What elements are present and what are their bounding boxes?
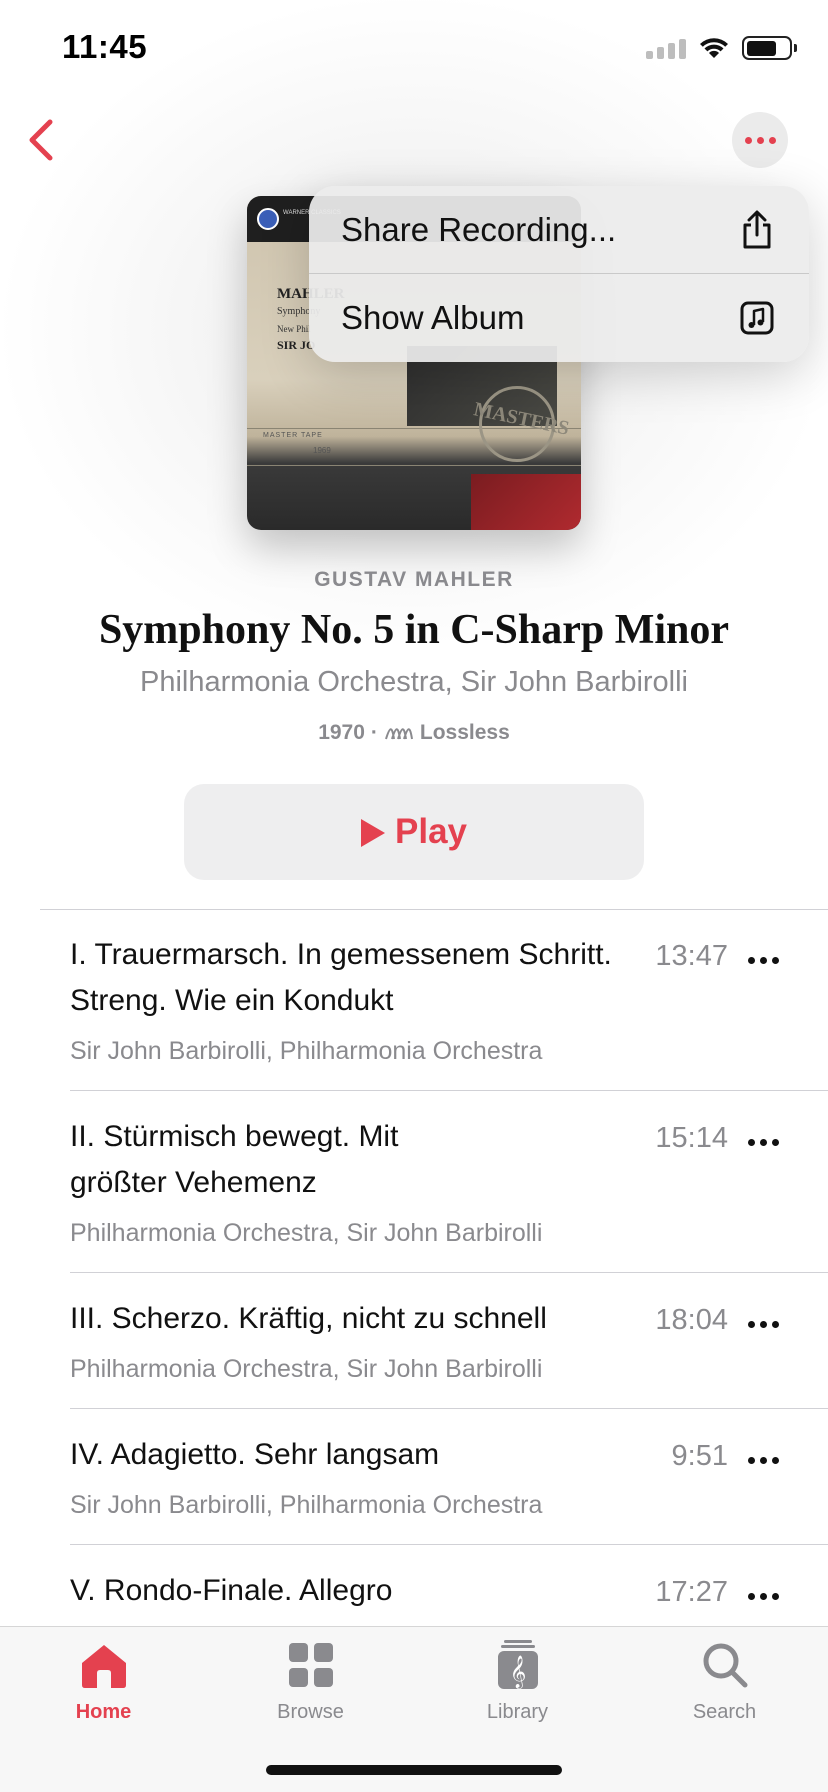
tab-label: Browse — [277, 1701, 344, 1723]
library-icon: 𝄞 — [490, 1637, 546, 1693]
menu-item-label: Show Album — [341, 299, 525, 336]
play-icon — [361, 819, 385, 847]
track-more-button[interactable] — [745, 1309, 781, 1339]
ellipsis-icon-dot — [768, 136, 776, 144]
tab-home[interactable]: Home — [0, 1637, 207, 1724]
divider — [70, 1090, 828, 1091]
composer-name[interactable]: GUSTAV MAHLER — [0, 568, 828, 592]
track-title: III. Scherzo. Kräftig, nicht zu schnell — [70, 1302, 547, 1335]
svg-text:𝄞: 𝄞 — [509, 1655, 526, 1689]
artwork-tape-text: MASTER TAPE — [263, 432, 323, 439]
label-logo-icon — [257, 208, 279, 230]
album-meta: 1970 · Lossless — [0, 721, 828, 745]
artwork-line-2: New Phil — [277, 324, 311, 334]
track-duration: 9:51 — [671, 1440, 728, 1472]
meta-separator: · — [370, 721, 378, 744]
track-title: I. Trauermarsch. In gemessenem Schritt. … — [70, 938, 612, 1017]
show-album-menu-item[interactable]: Show Album — [309, 274, 809, 362]
play-button[interactable]: Play — [184, 784, 644, 880]
context-menu: Share Recording... Show Album — [309, 186, 809, 362]
cellular-signal-icon — [646, 37, 686, 59]
share-recording-menu-item[interactable]: Share Recording... — [309, 186, 809, 274]
back-button[interactable] — [20, 112, 64, 168]
track-title: IV. Adagietto. Sehr langsam — [70, 1438, 440, 1471]
tab-library[interactable]: 𝄞 Library — [414, 1637, 621, 1724]
divider — [70, 1408, 828, 1409]
track-title: II. Stürmisch bewegt. Mit größter Veheme… — [70, 1120, 399, 1199]
ellipsis-icon-dot — [744, 136, 752, 144]
divider — [40, 909, 828, 910]
home-icon — [76, 1637, 132, 1693]
chevron-left-icon — [29, 119, 53, 161]
tab-label: Library — [486, 1701, 549, 1723]
lossless-icon — [384, 728, 413, 740]
album-title: Symphony No. 5 in C-Sharp Minor — [98, 607, 730, 653]
more-options-button[interactable] — [732, 112, 788, 168]
track-duration: 13:47 — [655, 940, 728, 972]
track-more-button[interactable] — [745, 945, 781, 975]
track-more-button[interactable] — [745, 1581, 781, 1611]
ellipsis-icon-dot — [756, 136, 764, 144]
track-more-button[interactable] — [745, 1127, 781, 1157]
album-artists[interactable]: Philharmonia Orchestra, Sir John Barbiro… — [0, 666, 828, 699]
album-icon — [737, 298, 777, 338]
track-duration: 15:14 — [655, 1122, 728, 1154]
track-artist: Sir John Barbirolli, Philharmonia Orches… — [70, 1491, 543, 1519]
tab-label: Search — [692, 1701, 757, 1723]
battery-icon — [742, 36, 797, 60]
track-artist: Sir John Barbirolli, Philharmonia Orches… — [70, 1037, 543, 1065]
home-indicator — [266, 1765, 562, 1775]
track-title: V. Rondo-Finale. Allegro — [70, 1574, 393, 1607]
menu-item-label: Share Recording... — [341, 210, 617, 248]
wifi-icon — [700, 38, 728, 58]
status-icons — [646, 36, 797, 60]
track-duration: 18:04 — [655, 1304, 728, 1336]
play-label: Play — [395, 812, 467, 851]
track-duration: 17:27 — [655, 1576, 728, 1608]
track-artist: Philharmonia Orchestra, Sir John Barbiro… — [70, 1219, 543, 1247]
divider — [70, 1272, 828, 1273]
artwork-year: 1969 — [313, 446, 331, 455]
tab-label: Home — [75, 1701, 132, 1723]
quality-label: Lossless — [419, 721, 510, 744]
tab-search[interactable]: Search — [621, 1637, 828, 1724]
share-icon — [737, 210, 777, 250]
grid-icon — [283, 1637, 339, 1693]
track-artist: Philharmonia Orchestra, Sir John Barbiro… — [70, 1355, 543, 1383]
divider — [70, 1544, 828, 1545]
track-more-button[interactable] — [745, 1445, 781, 1475]
status-time: 11:45 — [62, 28, 148, 65]
tab-browse[interactable]: Browse — [207, 1637, 414, 1724]
search-icon — [697, 1637, 753, 1693]
album-year: 1970 — [318, 721, 365, 744]
